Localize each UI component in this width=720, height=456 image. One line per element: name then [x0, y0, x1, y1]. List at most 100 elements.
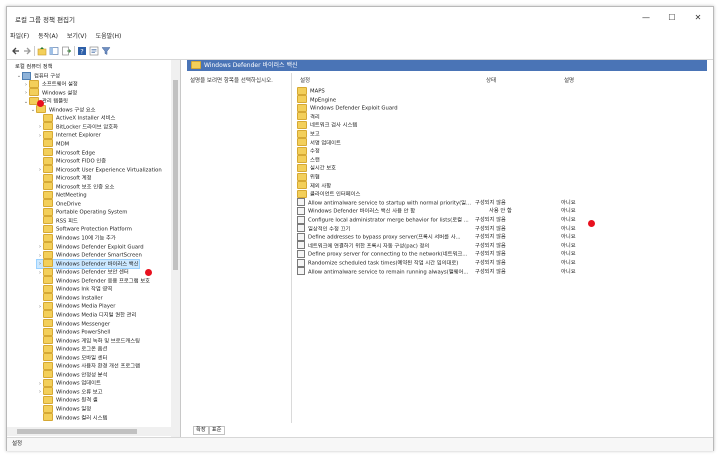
setting-row[interactable]: Define addresses to bypass proxy server(… [297, 232, 597, 242]
tree-item[interactable]: Windows 게임 녹화 및 브로드캐스팅 [37, 336, 140, 346]
tree-item-label: Software Protection Platform [56, 226, 132, 233]
folder-row[interactable]: 서명 업데이트 [297, 138, 341, 148]
folder-row-label: 보고 [310, 131, 320, 138]
tree-item-label: Microsoft FIDO 인증 [56, 158, 107, 165]
details-header-title: Windows Defender 바이러스 백신 [204, 62, 298, 69]
setting-row[interactable]: Allow antimalware service to startup wit… [297, 198, 597, 208]
setting-row[interactable]: 네트워크에 연결하기 위한 프록시 자동 구성(pac) 정의 [297, 241, 597, 251]
folder-icon [43, 404, 53, 413]
export-list-icon[interactable] [61, 46, 71, 56]
folder-icon [43, 122, 53, 131]
folder-row-label: MpEngine [310, 97, 337, 104]
tree-item-label: Windows Defender SmartScreen [56, 252, 142, 259]
back-arrow-icon[interactable] [11, 46, 21, 56]
setting-row[interactable]: Randomize scheduled task times(예약된 작업 시간… [297, 258, 597, 268]
tree-item[interactable]: MDM [37, 139, 69, 149]
tree-item-label: Windows Defender 응용 프로그램 보호 [56, 278, 150, 285]
tree-item-label: Microsoft 보조 인증 요소 [56, 184, 115, 191]
menu-action[interactable]: 동작(A) [38, 31, 58, 42]
tree-item-label: Windows Messenger [56, 321, 111, 327]
tree-horizontal-scrollbar[interactable] [7, 427, 180, 436]
setting-row[interactable]: Allow antimalware service to remain runn… [297, 267, 597, 277]
folder-icon [43, 199, 53, 208]
folder-icon [43, 250, 53, 259]
folder-row[interactable]: MpEngine [297, 95, 337, 105]
tab-extended[interactable]: 확장 [193, 426, 209, 435]
policy-setting-icon [297, 198, 305, 207]
tree-item-label: ActiveX Installer 서비스 [56, 115, 116, 122]
tree-item[interactable]: Software Protection Platform [37, 224, 132, 234]
folder-icon [43, 276, 53, 285]
tree-item[interactable]: Windows 원격 셸 [37, 395, 98, 405]
folder-icon [297, 129, 307, 138]
folder-row[interactable]: Windows Defender Exploit Guard [297, 103, 398, 113]
tree-item[interactable]: ⌄ Windows 구성 요소 [30, 105, 96, 115]
setting-state: 구성되지 않음 [475, 225, 506, 232]
tree-item-label: Windows Defender 바이러스 백신 [56, 261, 139, 268]
menu-help[interactable]: 도움말(H) [96, 31, 122, 42]
folder-icon [297, 172, 307, 181]
setting-comment: 아니요 [561, 260, 576, 266]
setting-row[interactable]: Define proxy server for connecting to th… [297, 249, 597, 259]
setting-state: 사용 안 함 [489, 208, 512, 215]
scrollbar-thumb[interactable] [17, 429, 137, 434]
tree-item-label: Windows Media Player [56, 303, 116, 310]
column-header-setting[interactable]: 설정 [300, 76, 310, 84]
setting-row[interactable]: Windows Defender 바이러스 백신 사용 안 함 [297, 206, 597, 216]
folder-row[interactable]: 제외 사항 [297, 181, 331, 191]
tab-standard[interactable]: 표준 [208, 426, 225, 435]
tree-item[interactable]: 로컬 컴퓨터 정책 [9, 63, 52, 72]
folder-row[interactable]: 네트워크 검사 시스템 [297, 120, 357, 130]
column-header-state[interactable]: 상태 [486, 76, 496, 84]
setting-comment: 아니요 [561, 199, 576, 206]
tree-item[interactable]: Microsoft 보조 인증 요소 [37, 182, 115, 192]
tree-item[interactable]: › Windows 설정 [23, 88, 77, 98]
menu-file[interactable]: 파일(F) [10, 31, 29, 42]
filter-icon[interactable] [101, 46, 111, 56]
folder-row[interactable]: 클라이언트 인터페이스 [297, 189, 360, 199]
properties-icon[interactable] [89, 46, 99, 56]
folder-icon [297, 95, 307, 104]
tree-item[interactable]: ⌄ 컴퓨터 구성 [16, 71, 60, 81]
forward-arrow-icon[interactable] [22, 46, 32, 56]
menu-view[interactable]: 보기(V) [67, 31, 87, 42]
folder-icon [297, 103, 307, 112]
folder-icon [43, 156, 53, 165]
maximize-button[interactable]: ☐ [664, 12, 680, 24]
policy-setting-icon [297, 241, 305, 250]
folder-icon [43, 310, 53, 319]
column-header-comment[interactable]: 설명 [564, 76, 574, 84]
setting-state: 구성되지 않음 [475, 251, 506, 258]
folder-row-label: 스캔 [310, 157, 320, 164]
menu-bar: 파일(F) 동작(A) 보기(V) 도움말(H) [7, 31, 713, 42]
show-hide-tree-icon[interactable] [49, 46, 59, 56]
tree-item-label: Windows 구성 요소 [49, 107, 96, 114]
scrollbar-thumb[interactable] [173, 80, 178, 270]
minimize-button[interactable]: — [638, 12, 654, 24]
tree-item[interactable]: Windows 모바일 센터 [37, 353, 107, 363]
folder-icon [43, 413, 53, 422]
folder-icon [43, 370, 53, 379]
setting-row[interactable]: 일상적인 수정 끄기 [297, 224, 597, 234]
up-folder-icon[interactable] [37, 46, 47, 56]
tree-item-label: Windows 안정성 분석 [56, 372, 108, 379]
tree-item[interactable]: Windows 컬러 시스템 [37, 413, 107, 423]
tree-item-label: Windows Defender 보안 센터 [56, 269, 129, 276]
tree-item[interactable]: Windows Defender 응용 프로그램 보호 [37, 276, 150, 286]
folder-icon [297, 138, 307, 147]
policy-setting-icon [297, 224, 305, 233]
folder-row-label: 서명 업데이트 [310, 140, 341, 147]
tree-item[interactable]: › Windows Defender Exploit Guard [37, 242, 144, 252]
tree-item[interactable]: › Windows Defender 바이러스 백신 [36, 258, 140, 270]
folder-icon [43, 284, 53, 293]
tree-item[interactable]: Windows Messenger [37, 319, 111, 329]
tree-vertical-scrollbar[interactable] [171, 60, 180, 437]
folder-icon [297, 146, 307, 155]
folder-row[interactable]: 실시간 보호 [297, 163, 336, 173]
setting-row[interactable]: Configure local administrator merge beha… [297, 215, 597, 225]
close-button[interactable]: ✕ [690, 12, 706, 24]
help-icon[interactable]: ? [77, 46, 87, 56]
tree-item[interactable]: Microsoft Edge [37, 148, 95, 158]
tree-item-label: Windows PowerShell [56, 329, 111, 336]
tree-item[interactable]: › Microsoft User Experience Virtualizatio… [37, 165, 162, 175]
